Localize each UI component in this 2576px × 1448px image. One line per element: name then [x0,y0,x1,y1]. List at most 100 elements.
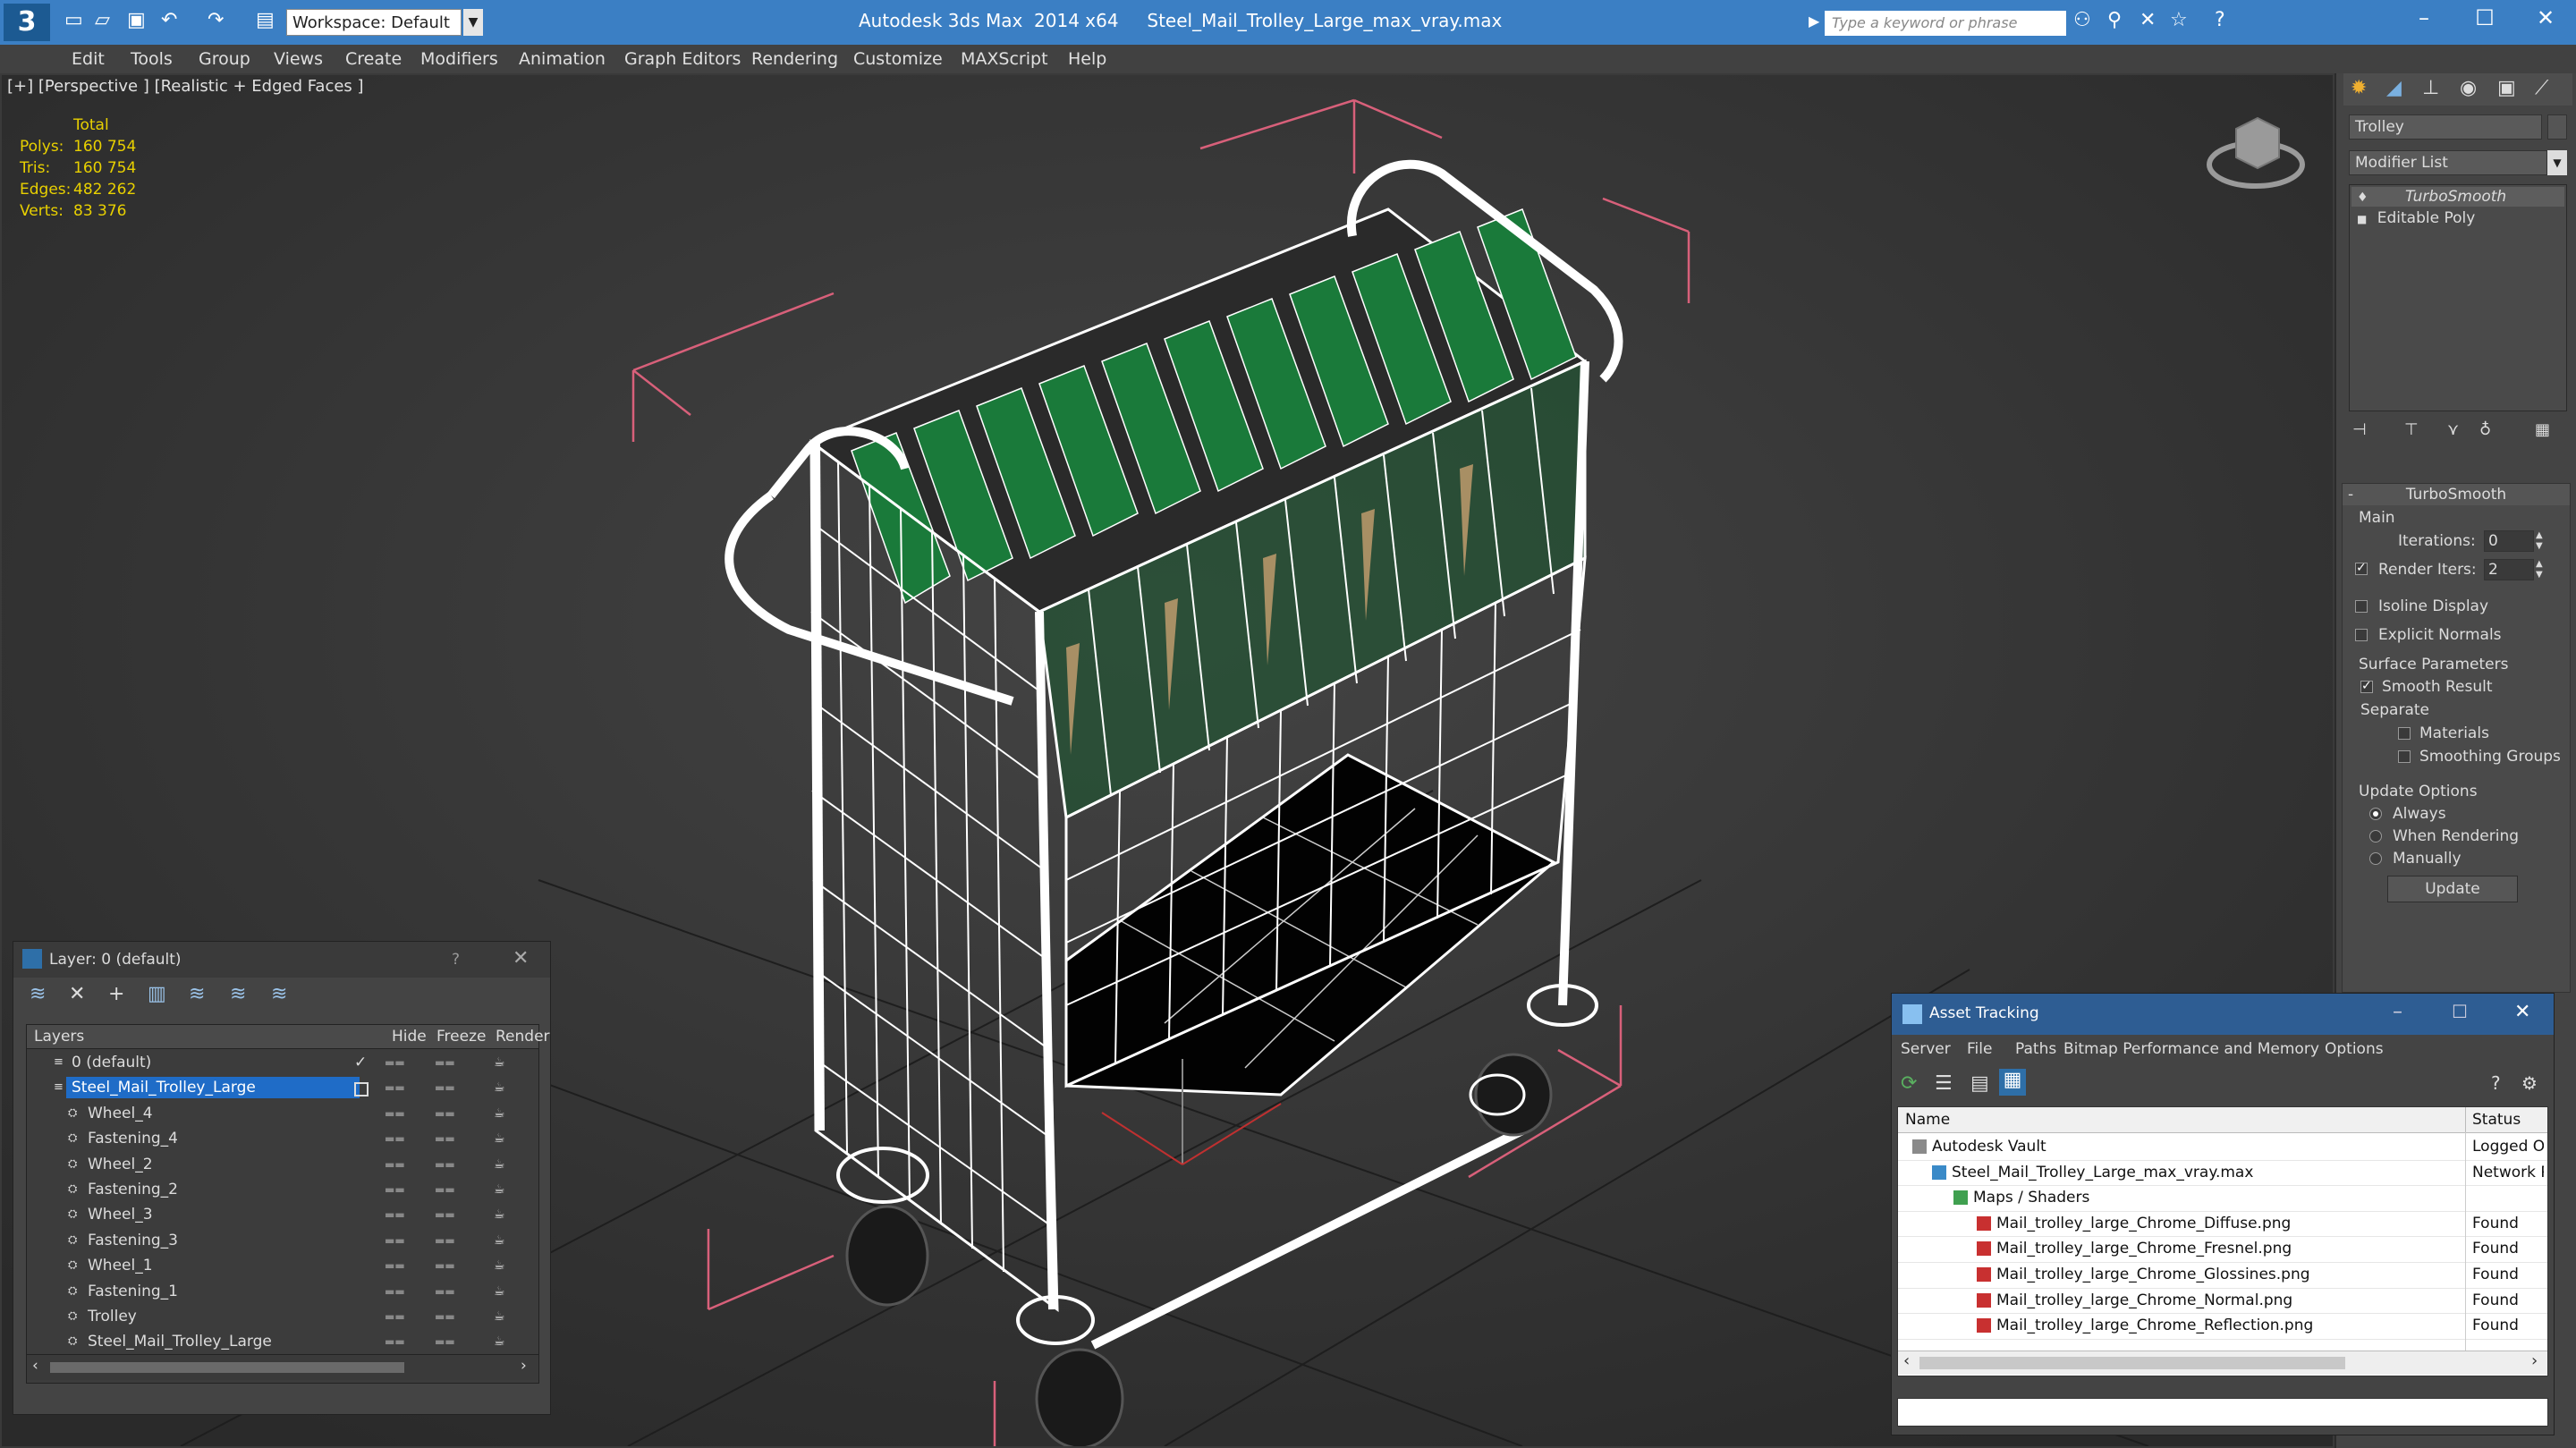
spinner-arrows-icon[interactable]: ▲ ▼ [2536,559,2543,580]
layer-row[interactable]: ⛭ Fastening_1 ▬▬ ▬▬ ☕ [27,1279,538,1304]
iterations-spinner[interactable]: 0 [2484,530,2534,552]
make-unique-icon[interactable]: ⋎ [2447,420,2459,439]
column-hide[interactable]: Hide [392,1028,427,1046]
menu-tools[interactable]: Tools [131,45,173,73]
layer-row[interactable]: ⛭ Wheel_2 ▬▬ ▬▬ ☕ [27,1152,538,1177]
menu-customize[interactable]: Customize [853,45,943,73]
chevron-down-icon[interactable]: ▼ [2547,150,2567,175]
freeze-toggle[interactable]: ▬▬ [435,1202,455,1227]
asset-menu-paths[interactable]: Paths [2015,1040,2056,1058]
render-teapot-icon[interactable]: ☕ [494,1279,505,1304]
spinner-arrows-icon[interactable]: ▲ ▼ [2536,530,2543,552]
display-tab-icon[interactable]: ▣ [2497,77,2516,99]
column-freeze[interactable]: Freeze [436,1028,486,1046]
search-input[interactable]: Type a keyword or phrase [1825,11,2066,36]
layer-row[interactable]: ⛭ Trolley ▬▬ ▬▬ ☕ [27,1304,538,1329]
minimize-button[interactable]: – [2397,5,2451,30]
materials-checkbox[interactable] [2398,727,2411,740]
refresh-icon[interactable]: ⟳ [1901,1072,1917,1095]
show-end-result-icon[interactable]: ⊤ [2404,420,2419,439]
workspace-dropdown[interactable]: Workspace: Default [286,9,462,36]
scroll-right-icon[interactable]: › [521,1357,527,1375]
menu-edit[interactable]: Edit [72,45,105,73]
layer-row[interactable]: ⛭ Wheel_4 ▬▬ ▬▬ ☕ [27,1101,538,1126]
menu-create[interactable]: Create [345,45,402,73]
asset-menu-options[interactable]: Options [2325,1040,2384,1058]
configure-sets-icon[interactable]: ▦ [2535,420,2550,439]
rollout-header[interactable]: - TurboSmooth [2343,484,2570,505]
scroll-left-icon[interactable]: ‹ [1903,1351,1910,1370]
exchange-icon[interactable]: ✕ [2140,9,2156,31]
explicit-normals-checkbox[interactable] [2355,629,2368,641]
asset-row[interactable]: Mail_trolley_large_Chrome_Normal.png Foun… [1898,1288,2547,1315]
favorites-star-icon[interactable]: ☆ [2170,9,2188,31]
scroll-left-icon[interactable]: ‹ [32,1357,38,1375]
asset-row[interactable]: Mail_trolley_large_Chrome_Fresnel.png Fou… [1898,1236,2547,1263]
asset-menu-file[interactable]: File [1967,1040,1992,1058]
menu-maxscript[interactable]: MAXScript [961,45,1048,73]
hide-toggle[interactable]: ▬▬ [385,1177,405,1202]
hide-toggle[interactable]: ▬▬ [385,1101,405,1126]
menu-help[interactable]: Help [1068,45,1106,73]
layer-row[interactable]: ⛭ Fastening_4 ▬▬ ▬▬ ☕ [27,1126,538,1151]
freeze-toggle[interactable]: ▬▬ [435,1304,455,1329]
hide-toggle[interactable]: ▬▬ [385,1279,405,1304]
app-logo-icon[interactable]: 3 [4,4,50,41]
highlight-layer-icon[interactable]: ≋ [189,983,205,1005]
motion-tab-icon[interactable]: ◉ [2460,77,2477,99]
freeze-toggle[interactable]: ▬▬ [435,1177,455,1202]
help-icon[interactable]: ? [2215,9,2225,31]
maximize-button[interactable]: ☐ [2458,5,2512,30]
hide-toggle[interactable]: ▬▬ [385,1329,405,1354]
asset-row[interactable]: Maps / Shaders [1898,1185,2547,1212]
create-layer-icon[interactable]: ≋ [30,983,46,1005]
freeze-toggle[interactable]: ▬▬ [435,1101,455,1126]
smooth-result-checkbox[interactable] [2360,679,2373,693]
light-bulb-icon[interactable]: ♦ [2357,191,2368,205]
menu-group[interactable]: Group [199,45,250,73]
render-teapot-icon[interactable]: ☕ [494,1304,505,1329]
always-radio[interactable] [2369,808,2382,820]
freeze-toggle[interactable]: ▬▬ [435,1253,455,1278]
hide-toggle[interactable]: ▬▬ [385,1050,405,1075]
modify-tab-icon[interactable]: ◢ [2386,77,2402,99]
close-icon[interactable]: ✕ [513,947,529,970]
freeze-toggle[interactable]: ▬▬ [435,1126,455,1151]
render-teapot-icon[interactable]: ☕ [494,1152,505,1177]
project-folder-icon[interactable]: ▤ [256,9,275,31]
render-teapot-icon[interactable]: ☕ [494,1329,505,1354]
hide-toggle[interactable]: ▬▬ [385,1152,405,1177]
hide-toggle[interactable]: ▬▬ [385,1228,405,1253]
hide-toggle[interactable]: ▬▬ [385,1202,405,1227]
menu-animation[interactable]: Animation [519,45,606,73]
asset-window-titlebar[interactable]: Asset Tracking – ☐ ✕ [1892,994,2554,1035]
render-teapot-icon[interactable]: ☕ [494,1126,505,1151]
binoculars-icon[interactable]: ⚇ [2073,9,2091,31]
chevron-down-icon[interactable]: ▼ [463,9,483,36]
settings-gear-icon[interactable]: ⚙ [2521,1072,2538,1094]
maximize-button[interactable]: ☐ [2452,1001,2468,1022]
hide-toggle[interactable]: ▬▬ [385,1253,405,1278]
freeze-toggle[interactable]: ▬▬ [435,1228,455,1253]
freeze-toggle[interactable]: ▬▬ [435,1075,455,1100]
object-color-swatch[interactable] [2547,114,2567,140]
when-rendering-radio[interactable] [2369,830,2382,843]
layer-row[interactable]: ≡ Steel_Mail_Trolley_Large ▬▬ ▬▬ ☕ [27,1075,538,1100]
manually-radio[interactable] [2369,852,2382,865]
select-objects-icon[interactable]: ▥ [148,983,166,1005]
scrollbar-thumb[interactable] [50,1362,404,1373]
object-name-field[interactable]: Trolley [2349,114,2542,140]
render-teapot-icon[interactable]: ☕ [494,1075,505,1100]
asset-row[interactable]: Mail_trolley_large_Chrome_Diffuse.png Fou… [1898,1211,2547,1238]
save-icon[interactable]: ▣ [127,9,146,31]
asset-menu-bitmap[interactable]: Bitmap Performance and Memory [2063,1040,2319,1058]
render-teapot-icon[interactable]: ☕ [494,1050,505,1075]
scroll-right-icon[interactable]: › [2531,1351,2538,1370]
layer-help-button[interactable]: ? [452,951,460,969]
redo-icon[interactable]: ↷ [208,9,224,31]
minimize-button[interactable]: – [2393,1001,2402,1023]
column-layers[interactable]: Layers [34,1028,84,1046]
asset-row[interactable]: Autodesk Vault Logged Ou [1898,1134,2547,1161]
smoothing-groups-checkbox[interactable] [2398,750,2411,763]
freeze-toggle[interactable]: ▬▬ [435,1050,455,1075]
